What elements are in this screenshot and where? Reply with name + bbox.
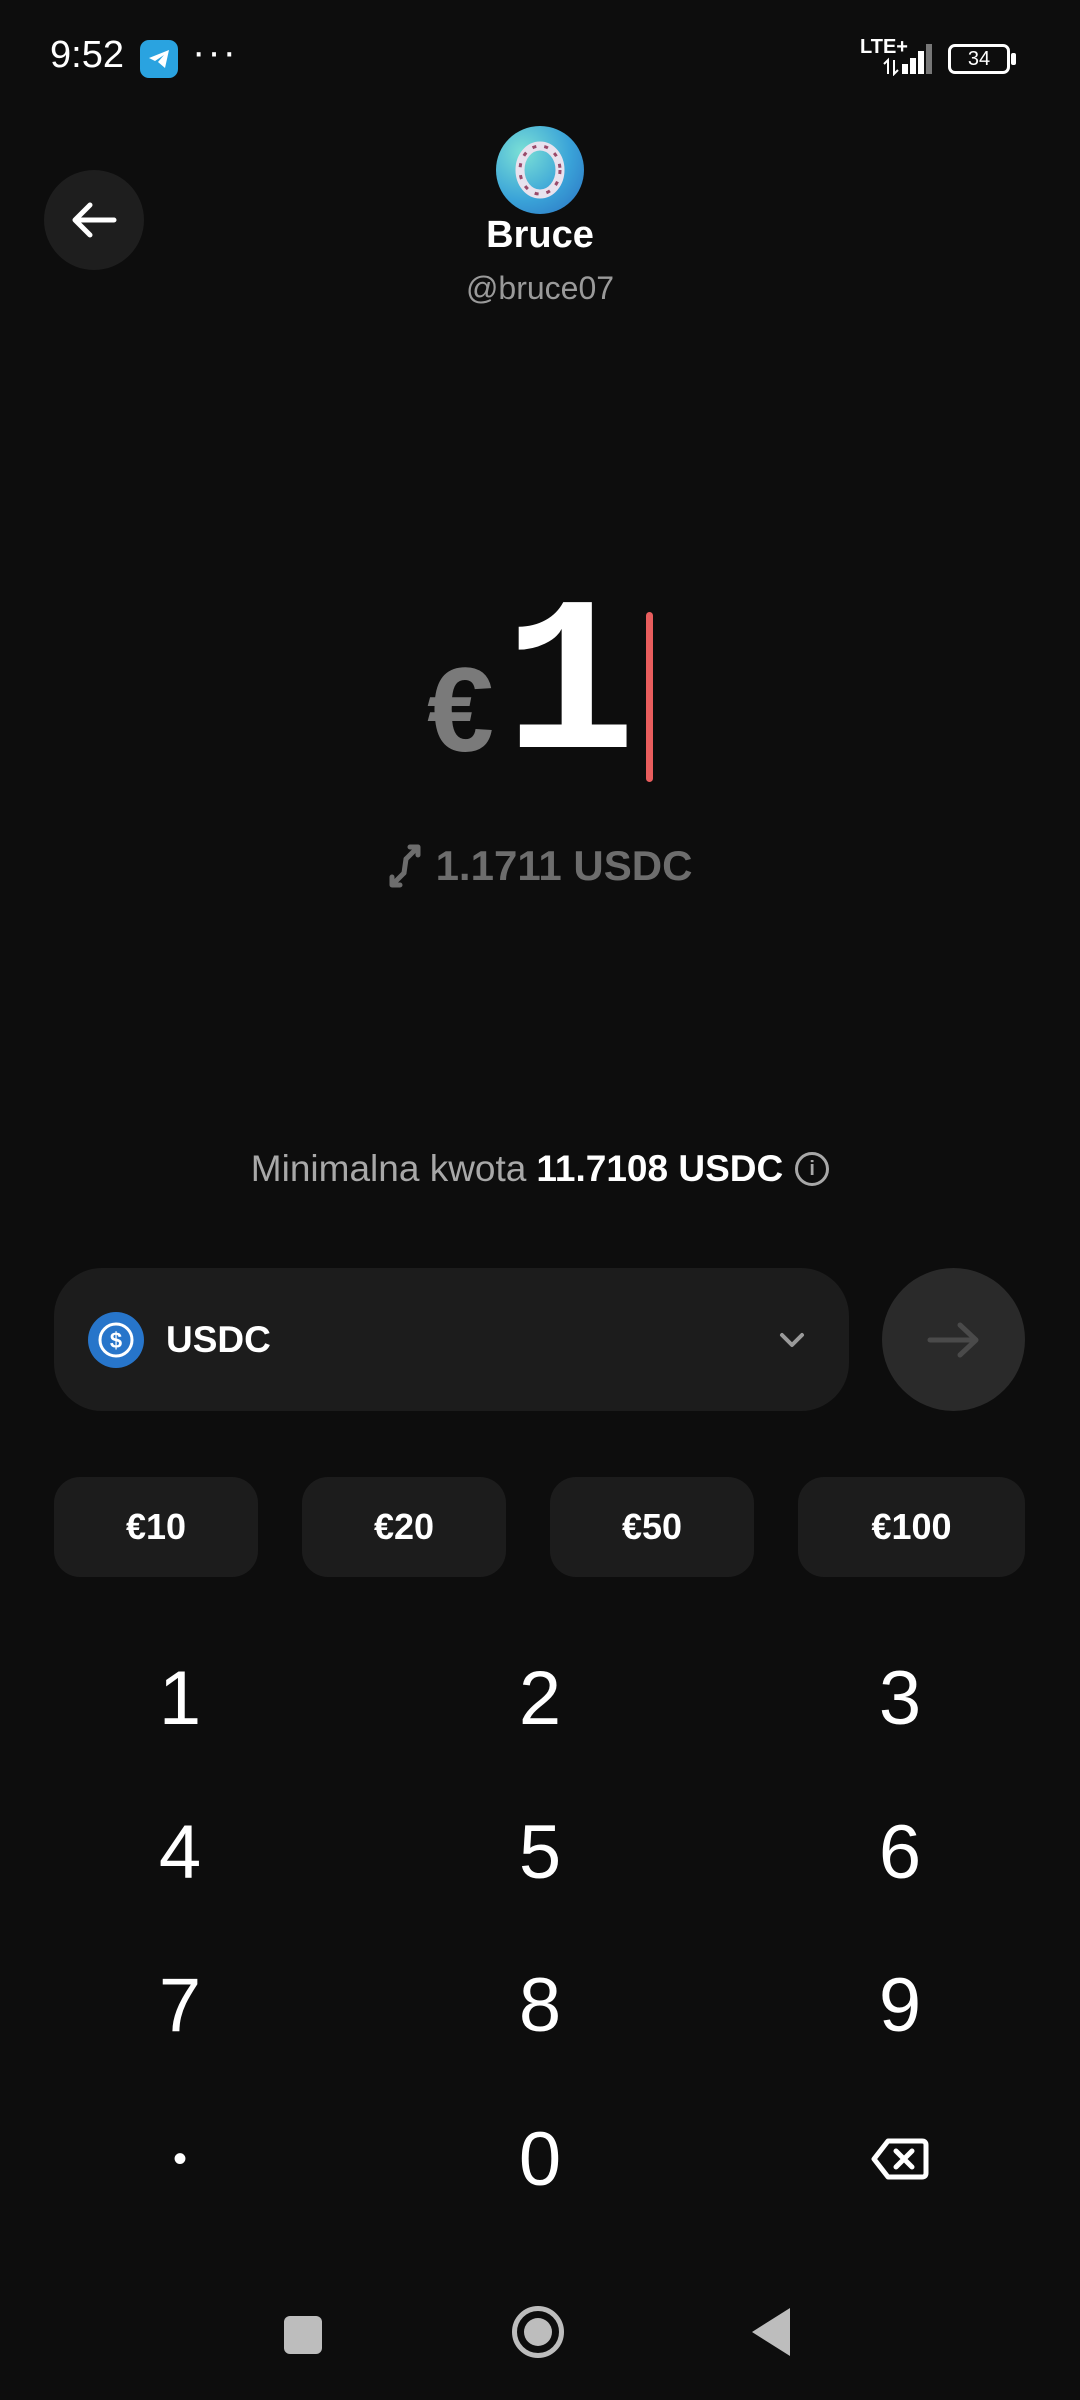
info-icon[interactable]: i: [795, 1152, 830, 1186]
key-1[interactable]: 1: [80, 1633, 280, 1763]
avatar: [496, 126, 584, 214]
key-6[interactable]: 6: [800, 1787, 1000, 1917]
key-3[interactable]: 3: [800, 1633, 1000, 1763]
backspace-key[interactable]: [800, 2094, 1000, 2224]
telegram-icon: [140, 40, 178, 78]
arrow-right-icon: [927, 1322, 978, 1357]
back-nav-button[interactable]: [752, 2308, 790, 2356]
converted-amount-text: 1.1711 USDC: [435, 842, 693, 889]
token-label: USDC: [166, 1318, 271, 1360]
signal-icon: [883, 44, 932, 76]
status-time: 9:52: [50, 34, 124, 76]
key-2[interactable]: 2: [440, 1633, 640, 1763]
battery-level: 34: [967, 47, 991, 70]
recipient-name: Bruce: [486, 214, 594, 256]
backspace-icon: [871, 2138, 929, 2180]
amount-display: € 1: [0, 580, 1080, 800]
home-nav-button[interactable]: [512, 2306, 564, 2358]
battery-tip: [1011, 53, 1016, 65]
token-select[interactable]: $ USDC: [54, 1268, 849, 1411]
preset-100-button[interactable]: €100: [798, 1477, 1025, 1577]
ring-avatar-icon: [515, 141, 565, 199]
swap-arrows-icon: [389, 844, 421, 888]
key-0[interactable]: 0: [440, 2094, 640, 2224]
home-dot: [524, 2318, 552, 2346]
usdc-icon: $: [88, 1311, 144, 1368]
preset-20-button[interactable]: €20: [302, 1477, 506, 1577]
key-8[interactable]: 8: [440, 1940, 640, 2070]
text-cursor: [645, 612, 653, 782]
converted-amount[interactable]: 1.1711 USDC: [0, 842, 1080, 890]
key-decimal[interactable]: •: [80, 2094, 280, 2224]
more-notifications-icon: ···: [192, 30, 238, 74]
battery-icon: 34: [948, 44, 1010, 74]
continue-button[interactable]: [882, 1268, 1025, 1411]
key-9[interactable]: 9: [800, 1940, 1000, 2070]
preset-50-button[interactable]: €50: [550, 1477, 754, 1577]
chevron-down-icon: [780, 1332, 804, 1347]
recents-nav-button[interactable]: [284, 2316, 322, 2354]
minimum-value: 11.7108 USDC: [536, 1148, 784, 1189]
preset-10-button[interactable]: €10: [54, 1477, 258, 1577]
svg-text:$: $: [110, 1328, 122, 1353]
amount-value: 1: [503, 565, 636, 814]
key-4[interactable]: 4: [80, 1787, 280, 1917]
key-5[interactable]: 5: [440, 1787, 640, 1917]
minimum-label: Minimalna kwota: [250, 1148, 527, 1189]
recipient-handle: @bruce07: [465, 270, 615, 306]
currency-symbol: €: [427, 643, 494, 777]
minimum-amount-note: Minimalna kwota 11.7108 USDC i: [0, 1148, 1080, 1190]
key-7[interactable]: 7: [80, 1940, 280, 2070]
